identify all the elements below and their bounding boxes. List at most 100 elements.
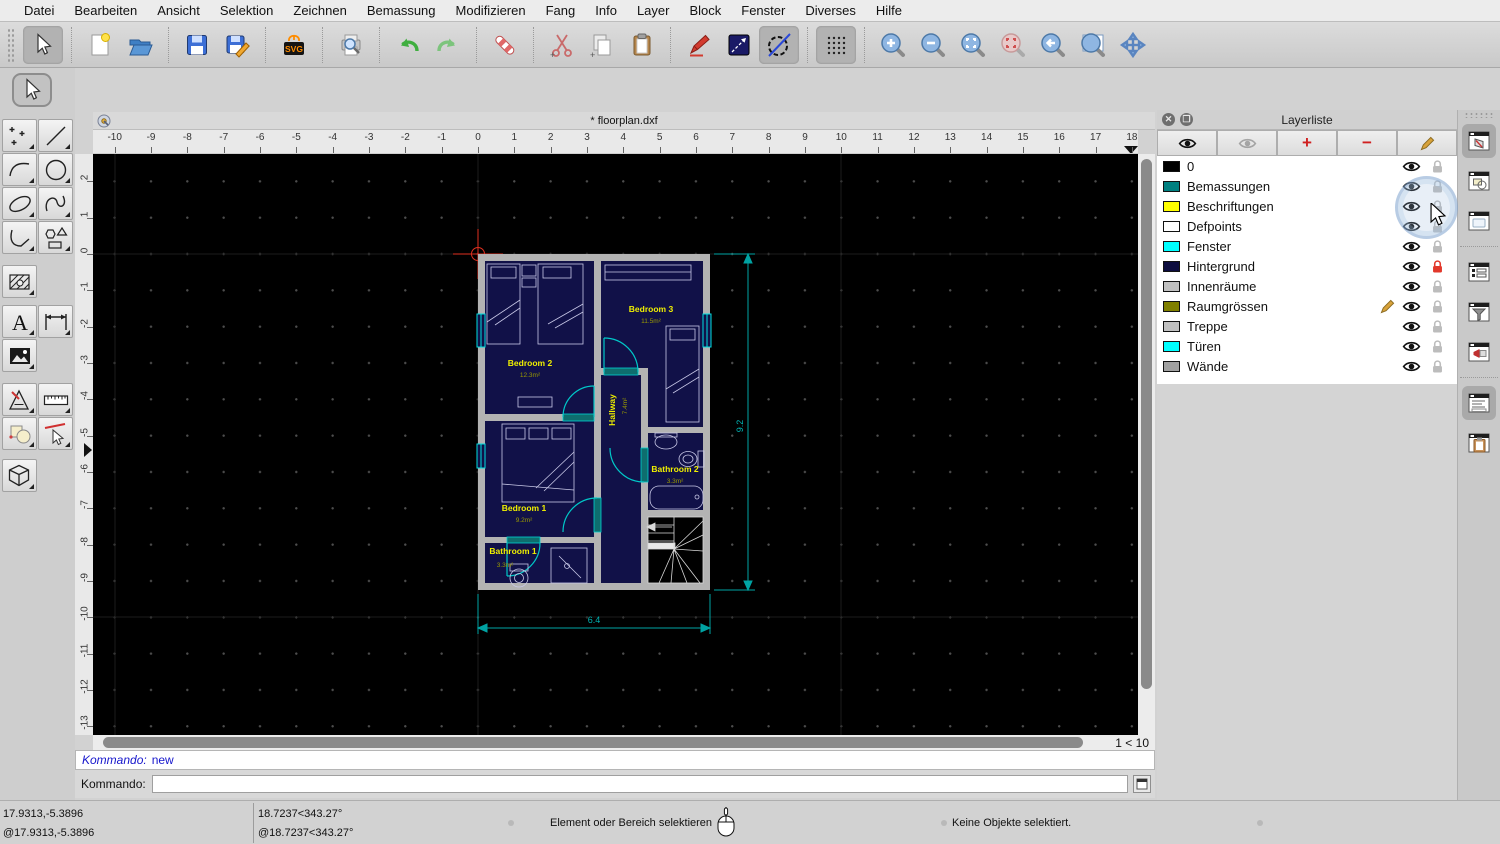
- tool-spline-button[interactable]: [38, 187, 73, 220]
- notify-panel-toggle-button[interactable]: [1462, 335, 1496, 369]
- copy-button[interactable]: +: [582, 26, 622, 64]
- svg-export-button[interactable]: SVG: [274, 26, 314, 64]
- tool-text-button[interactable]: A: [2, 305, 37, 338]
- layer-row-wände[interactable]: Wände: [1157, 356, 1457, 376]
- show-all-layers-button[interactable]: [1157, 130, 1217, 156]
- horizontal-scrollbar[interactable]: 1 < 10: [93, 735, 1155, 750]
- redo-button[interactable]: [428, 26, 468, 64]
- layer-color-swatch[interactable]: [1163, 280, 1180, 292]
- zoom-pan-button[interactable]: [1113, 26, 1153, 64]
- add-layer-button[interactable]: +: [1277, 130, 1337, 156]
- layer-row-türen[interactable]: Türen: [1157, 336, 1457, 356]
- undo-button[interactable]: [388, 26, 428, 64]
- zoom-back-button[interactable]: [1033, 26, 1073, 64]
- menu-item-datei[interactable]: Datei: [14, 3, 64, 18]
- layer-color-swatch[interactable]: [1163, 180, 1180, 192]
- tool-modify-button[interactable]: [2, 383, 37, 416]
- tool-points-button[interactable]: [2, 119, 37, 152]
- horizontal-scrollbar-thumb[interactable]: [103, 737, 1083, 748]
- save-as-button[interactable]: [217, 26, 257, 64]
- block-panel-toggle-button[interactable]: [1462, 164, 1496, 198]
- layer-row-0[interactable]: 0: [1157, 156, 1457, 176]
- zoom-in-button[interactable]: [873, 26, 913, 64]
- menu-item-layer[interactable]: Layer: [627, 3, 680, 18]
- layer-lock-icon[interactable]: [1431, 359, 1444, 379]
- new-file-button[interactable]: [80, 26, 120, 64]
- remove-layer-button[interactable]: −: [1337, 130, 1397, 156]
- layer-panel-header[interactable]: ✕ ❐ Layerliste: [1157, 110, 1457, 130]
- zoom-previous-button[interactable]: [993, 26, 1033, 64]
- tool-arc-button[interactable]: [2, 153, 37, 186]
- hide-all-layers-button[interactable]: [1217, 130, 1277, 156]
- tool-hatch-button[interactable]: [2, 265, 37, 298]
- tool-image-button[interactable]: [2, 339, 37, 372]
- draft-circle-button[interactable]: [759, 25, 799, 64]
- command-window-toggle-icon[interactable]: [1133, 775, 1151, 793]
- frame-panel-toggle-button[interactable]: [1462, 204, 1496, 238]
- layer-row-treppe[interactable]: Treppe: [1157, 316, 1457, 336]
- paste-button[interactable]: [622, 26, 662, 64]
- pen-edit-button[interactable]: [679, 26, 719, 64]
- draft-line-button[interactable]: [719, 26, 759, 64]
- menu-item-hilfe[interactable]: Hilfe: [866, 3, 912, 18]
- layer-color-swatch[interactable]: [1163, 300, 1180, 312]
- command-panel-toggle-button[interactable]: [1462, 386, 1496, 420]
- command-input[interactable]: [151, 775, 1128, 793]
- layer-visibility-eye-icon[interactable]: [1402, 360, 1421, 378]
- drawing-canvas[interactable]: 9.2 6.4 Bedroom 2 Bedroom 3 Bedroom 1 Ba…: [93, 154, 1138, 735]
- print-preview-button[interactable]: [331, 26, 371, 64]
- tool-line-button[interactable]: [38, 119, 73, 152]
- menu-item-bearbeiten[interactable]: Bearbeiten: [64, 3, 147, 18]
- layer-color-swatch[interactable]: [1163, 340, 1180, 352]
- layer-row-hintergrund[interactable]: Hintergrund: [1157, 256, 1457, 276]
- tool-box-3d-button[interactable]: [2, 459, 37, 492]
- zoom-out-button[interactable]: [913, 26, 953, 64]
- menu-item-diverses[interactable]: Diverses: [795, 3, 866, 18]
- open-file-button[interactable]: [120, 26, 160, 64]
- filter-panel-toggle-button[interactable]: [1462, 295, 1496, 329]
- layer-row-innenräume[interactable]: Innenräume: [1157, 276, 1457, 296]
- layer-color-swatch[interactable]: [1163, 200, 1180, 212]
- hruler-label: 17: [1090, 132, 1102, 143]
- cut-button[interactable]: +: [542, 26, 582, 64]
- tool-ellipse-button[interactable]: [2, 187, 37, 220]
- tool-info-button[interactable]: [2, 417, 37, 450]
- tool-dimension-button[interactable]: [38, 305, 73, 338]
- layer-color-swatch[interactable]: [1163, 260, 1180, 272]
- select-cursor-button[interactable]: [23, 25, 63, 64]
- select-tool-button[interactable]: [12, 73, 52, 107]
- layer-color-swatch[interactable]: [1163, 240, 1180, 252]
- document-titlebar[interactable]: * floorplan.dxf: [93, 112, 1155, 130]
- menu-item-selektion[interactable]: Selektion: [210, 3, 283, 18]
- layer-color-swatch[interactable]: [1163, 220, 1180, 232]
- layer-row-raumgrössen[interactable]: Raumgrössen: [1157, 296, 1457, 316]
- save-button[interactable]: [177, 26, 217, 64]
- zoom-auto-button[interactable]: [953, 26, 993, 64]
- vertical-scrollbar-thumb[interactable]: [1141, 159, 1152, 689]
- menu-item-modifizieren[interactable]: Modifizieren: [446, 3, 536, 18]
- edit-layer-button[interactable]: [1397, 130, 1457, 156]
- clipboard-panel-toggle-button[interactable]: [1462, 426, 1496, 460]
- menu-item-ansicht[interactable]: Ansicht: [147, 3, 210, 18]
- tool-polygon-button[interactable]: [38, 221, 73, 254]
- tool-polyline-button[interactable]: [2, 221, 37, 254]
- menu-item-zeichnen[interactable]: Zeichnen: [283, 3, 356, 18]
- list-panel-toggle-button[interactable]: [1462, 255, 1496, 289]
- layer-color-swatch[interactable]: [1163, 160, 1180, 172]
- menu-item-block[interactable]: Block: [679, 3, 731, 18]
- tool-measure-button[interactable]: [38, 383, 73, 416]
- zoom-window-button[interactable]: [1073, 26, 1113, 64]
- layer-color-swatch[interactable]: [1163, 320, 1180, 332]
- layer-row-fenster[interactable]: Fenster: [1157, 236, 1457, 256]
- menu-item-info[interactable]: Info: [585, 3, 627, 18]
- layer-color-swatch[interactable]: [1163, 360, 1180, 372]
- erase-button[interactable]: [485, 26, 525, 64]
- menu-item-fang[interactable]: Fang: [536, 3, 586, 18]
- snap-grid-button[interactable]: [816, 25, 856, 64]
- tool-circle-button[interactable]: [38, 153, 73, 186]
- vertical-scrollbar[interactable]: [1138, 154, 1155, 735]
- tool-delete-button[interactable]: [38, 417, 73, 450]
- drawing-panel-toggle-button[interactable]: [1462, 124, 1496, 158]
- menu-item-fenster[interactable]: Fenster: [731, 3, 795, 18]
- menu-item-bemassung[interactable]: Bemassung: [357, 3, 446, 18]
